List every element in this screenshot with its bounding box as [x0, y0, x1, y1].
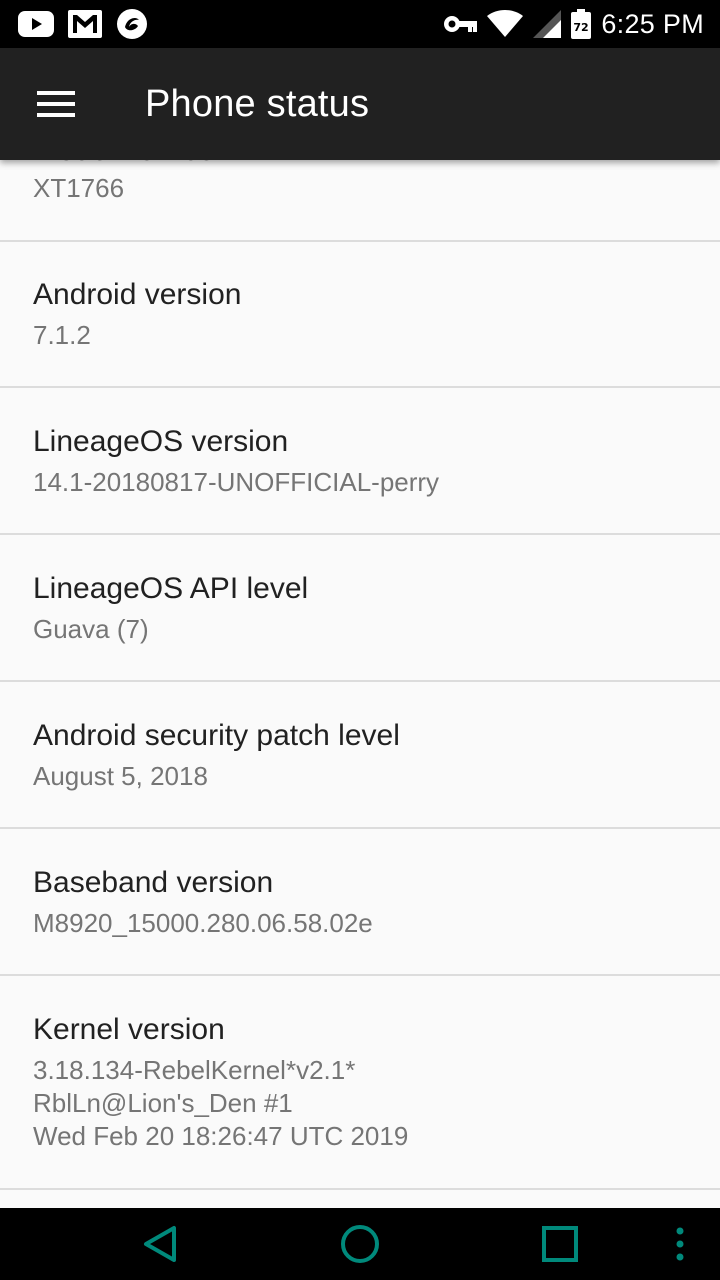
list-item-title: Model number	[33, 160, 225, 168]
list-item-summary: August 5, 2018	[33, 761, 208, 791]
back-icon[interactable]	[120, 1208, 200, 1280]
battery-level: 72	[574, 21, 589, 34]
status-right-icons: 72 6:25 PM	[433, 9, 704, 40]
list-item-title: Android security patch level	[33, 719, 400, 752]
vpn-key-icon	[443, 14, 478, 34]
app-icon	[116, 8, 148, 40]
list-item-summary-line: RblLn@Lion's_Den #1	[33, 1088, 293, 1118]
list-item-kernel-version[interactable]: Kernel version 3.18.134-RebelKernel*v2.1…	[0, 975, 720, 1190]
overflow-icon[interactable]	[660, 1208, 700, 1280]
list-item-security-patch-level[interactable]: Android security patch level August 5, 2…	[0, 681, 720, 829]
signal-icon	[533, 10, 562, 38]
list-item-model-number[interactable]: Model number XT1766	[0, 160, 720, 242]
youtube-icon	[18, 11, 54, 37]
app-bar: Phone status	[0, 48, 720, 160]
wifi-icon	[487, 10, 524, 38]
gmail-icon	[68, 10, 102, 38]
list-item-lineageos-version[interactable]: LineageOS version 14.1-20180817-UNOFFICI…	[0, 387, 720, 535]
status-bar: 72 6:25 PM	[0, 0, 720, 48]
battery-icon: 72	[571, 9, 592, 39]
status-left-icons	[18, 8, 162, 40]
list-item-title: Kernel version	[33, 1013, 225, 1046]
list-item-summary: 14.1-20180817-UNOFFICIAL-perry	[33, 467, 440, 497]
phone-status-list[interactable]: Model number XT1766 Android version 7.1.…	[0, 160, 720, 1208]
list-item-summary: Guava (7)	[33, 614, 149, 644]
home-icon[interactable]	[320, 1208, 400, 1280]
list-item-summary-line: Wed Feb 20 18:26:47 UTC 2019	[33, 1121, 409, 1151]
list-item-lineageos-api-level[interactable]: LineageOS API level Guava (7)	[0, 534, 720, 682]
list-item-summary: XT1766	[33, 173, 125, 203]
list-item-summary: M8920_15000.280.06.58.02e	[33, 908, 373, 938]
navigation-bar	[0, 1208, 720, 1280]
menu-icon[interactable]	[0, 48, 112, 160]
list-item-summary-line: 3.18.134-RebelKernel*v2.1*	[33, 1055, 356, 1085]
list-item-android-version[interactable]: Android version 7.1.2	[0, 240, 720, 388]
page-title: Phone status	[145, 82, 370, 125]
list-item-title: LineageOS API level	[33, 572, 309, 605]
recents-icon[interactable]	[520, 1208, 600, 1280]
list-item-baseband-version[interactable]: Baseband version M8920_15000.280.06.58.0…	[0, 828, 720, 976]
list-item-title: LineageOS version	[33, 425, 289, 458]
list-item-summary: 7.1.2	[33, 320, 91, 350]
list-item-title: Android version	[33, 278, 242, 311]
status-time: 6:25 PM	[601, 8, 704, 39]
list-item-title: Baseband version	[33, 866, 274, 899]
